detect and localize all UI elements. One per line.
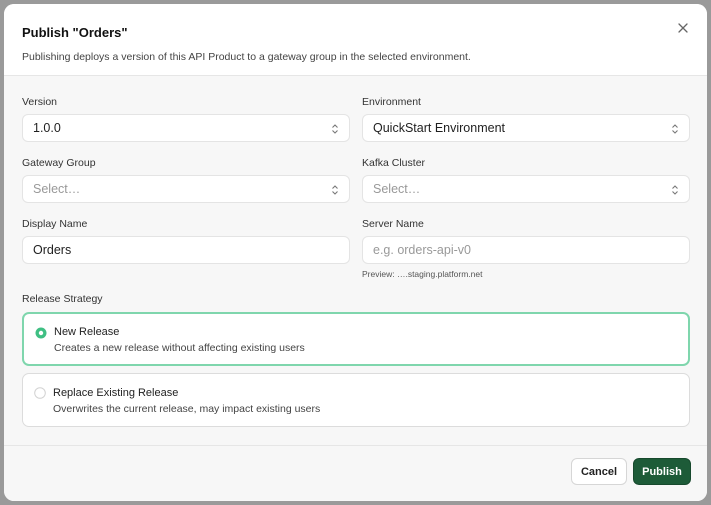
dialog-title: Publish "Orders" [22, 25, 128, 40]
release-option-new[interactable]: New Release Creates a new release withou… [22, 312, 690, 366]
display-name-label: Display Name [22, 218, 88, 230]
release-option-description: Overwrites the current release, may impa… [53, 403, 321, 415]
close-button[interactable] [675, 20, 691, 36]
dialog-body: Version 1.0.0 Environment QuickStart Env… [4, 76, 707, 446]
gateway-group-select[interactable]: Select… [22, 175, 350, 203]
release-option-title: New Release [54, 326, 120, 338]
server-name-preview: Preview: ….staging.platform.net [362, 269, 483, 279]
environment-select[interactable]: QuickStart Environment [362, 114, 690, 142]
cancel-button[interactable]: Cancel [571, 458, 627, 485]
radio-unselected-icon [34, 387, 46, 399]
environment-value: QuickStart Environment [373, 121, 505, 135]
kafka-cluster-select[interactable]: Select… [362, 175, 690, 203]
chevron-up-down-icon [672, 124, 678, 134]
release-option-title: Replace Existing Release [53, 387, 179, 399]
gateway-group-placeholder: Select… [33, 182, 81, 196]
server-name-input[interactable]: e.g. orders-api-v0 [362, 236, 690, 264]
publish-dialog: Publish "Orders" Publishing deploys a ve… [4, 4, 707, 501]
dialog-subtitle: Publishing deploys a version of this API… [22, 51, 471, 63]
dialog-footer: Cancel Publish [4, 445, 707, 501]
chevron-up-down-icon [332, 185, 338, 195]
radio-selected-icon [35, 327, 47, 339]
release-option-replace[interactable]: Replace Existing Release Overwrites the … [22, 373, 690, 427]
version-value: 1.0.0 [33, 121, 61, 135]
gateway-group-label: Gateway Group [22, 157, 96, 169]
chevron-up-down-icon [672, 185, 678, 195]
display-name-input[interactable]: Orders [22, 236, 350, 264]
version-label: Version [22, 96, 58, 108]
version-select[interactable]: 1.0.0 [22, 114, 350, 142]
kafka-cluster-label: Kafka Cluster [362, 157, 426, 169]
release-option-description: Creates a new release without affecting … [54, 342, 305, 354]
display-name-value: Orders [33, 243, 72, 257]
server-name-label: Server Name [362, 218, 424, 230]
environment-label: Environment [362, 96, 421, 108]
server-name-placeholder: e.g. orders-api-v0 [373, 243, 471, 257]
kafka-cluster-placeholder: Select… [373, 182, 421, 196]
release-strategy-label: Release Strategy [22, 293, 103, 305]
dialog-header: Publish "Orders" Publishing deploys a ve… [4, 4, 707, 76]
close-icon [678, 23, 688, 33]
publish-button[interactable]: Publish [633, 458, 691, 485]
chevron-up-down-icon [332, 124, 338, 134]
